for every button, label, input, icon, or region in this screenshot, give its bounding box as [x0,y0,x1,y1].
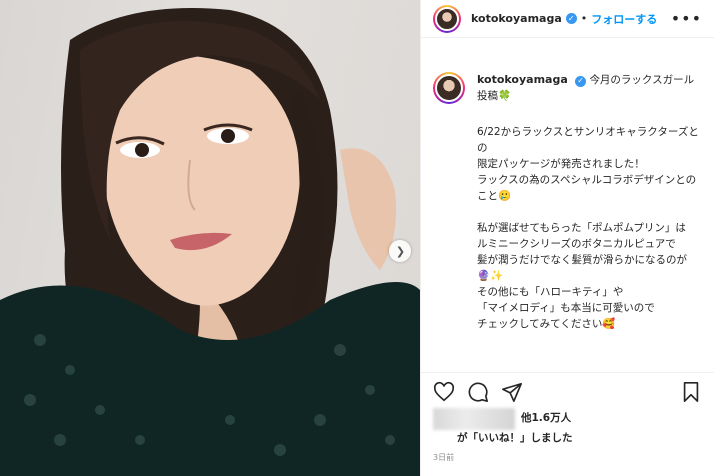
follow-button[interactable]: フォローする [591,11,657,27]
post-photo[interactable]: ❯ [0,0,420,476]
caption-text: 6/22からラックスとサンリオキャラクターズとの 限定パッケージが発売されました… [477,126,699,330]
post-side-panel: kotokoyamaga ✓ • フォローする ••• kotokoyamaga… [420,0,714,476]
bookmark-icon[interactable] [680,381,702,403]
ellipsis-icon[interactable]: ••• [671,9,702,28]
separator-dot: • [580,12,588,25]
post-timestamp[interactable]: 3日前 [433,452,454,463]
post-header: kotokoyamaga ✓ • フォローする ••• [421,0,714,38]
caption: kotokoyamaga ✓ 今月のラックスガール投稿🍀 6/22からラックスと… [421,38,714,332]
username-link[interactable]: kotokoyamaga [471,12,562,25]
blurred-liker-names [433,408,515,430]
caption-avatar[interactable] [433,72,465,104]
comment-icon[interactable] [467,381,489,403]
caption-username-link[interactable]: kotokoyamaga [477,73,568,86]
likes-summary: 他1.6万人 [433,408,571,430]
likes-count[interactable]: 他1.6万人 [521,410,571,425]
action-bar [433,378,702,406]
verified-badge-icon: ✓ [565,13,577,24]
verified-badge-icon: ✓ [575,75,587,87]
chevron-right-icon: ❯ [395,244,406,258]
divider [421,372,714,373]
heart-icon[interactable] [433,381,455,403]
share-icon[interactable] [501,381,523,403]
likes-text: が「いいね！」しました [457,432,573,444]
woman-portrait-image [0,8,420,476]
carousel-next-button[interactable]: ❯ [389,240,411,262]
avatar[interactable] [433,4,461,33]
